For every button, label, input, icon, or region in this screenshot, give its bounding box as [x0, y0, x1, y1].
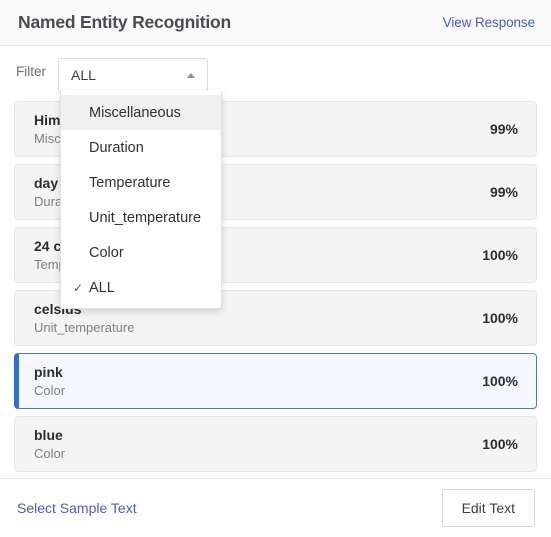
check-icon: ✓ [73, 280, 84, 295]
filter-option-unit_temperature[interactable]: ✓Unit_temperature [61, 200, 221, 235]
entity-confidence-score: 100% [482, 436, 518, 452]
entity-confidence-score: 99% [489, 184, 518, 200]
select-sample-text-link[interactable]: Select Sample Text [17, 500, 137, 516]
filter-option-temperature[interactable]: ✓Temperature [61, 165, 221, 200]
app-footer: Select Sample Text Edit Text [0, 478, 551, 537]
filter-option-label: Color [89, 244, 124, 261]
filter-option-label: Miscellaneous [89, 104, 181, 121]
entity-row[interactable]: pink Color 100% [14, 353, 537, 409]
filter-option-miscellaneous[interactable]: ✓Miscellaneous [61, 95, 221, 130]
caret-up-icon [187, 72, 195, 78]
view-response-link[interactable]: View Response [443, 15, 535, 30]
entity-type-label: Color [34, 445, 66, 461]
filter-bar: Filter ALL [0, 46, 551, 92]
filter-option-color[interactable]: ✓Color [61, 235, 221, 270]
filter-option-all[interactable]: ✓ ALL [61, 270, 221, 305]
edit-text-button[interactable]: Edit Text [441, 489, 535, 527]
entity-type-label: Dura [34, 193, 63, 209]
filter-option-label: Unit_temperature [89, 209, 202, 226]
entity-text-group: blue Color [34, 426, 65, 463]
filter-label: Filter [16, 64, 46, 79]
app-header: Named Entity Recognition View Response [0, 0, 551, 46]
entity-type-label: Misc [34, 130, 61, 146]
entity-row[interactable]: blue Color 100% [14, 416, 537, 472]
entity-name: Him [34, 111, 61, 128]
filter-option-label: ALL [89, 279, 115, 296]
filter-dropdown-menu[interactable]: ✓Miscellaneous✓Duration✓Temperature✓Unit… [60, 91, 222, 309]
filter-option-duration[interactable]: ✓Duration [61, 130, 221, 165]
entity-confidence-score: 100% [482, 310, 518, 326]
filter-select[interactable]: ALL [58, 58, 208, 92]
entity-text-group: pink Color [34, 363, 65, 400]
entity-text-group: Him Misc [34, 111, 61, 148]
filter-select-value: ALL [71, 67, 96, 83]
entity-confidence-score: 100% [482, 247, 518, 263]
entity-type-label: Unit_temperature [34, 319, 135, 335]
entity-name: pink [34, 363, 63, 380]
entity-confidence-score: 99% [489, 121, 518, 137]
entity-name: day [34, 174, 59, 191]
filter-option-label: Temperature [89, 174, 171, 191]
entity-name: blue [34, 426, 63, 443]
entity-type-label: Color [34, 382, 66, 398]
page-title: Named Entity Recognition [18, 12, 231, 32]
filter-option-label: Duration [89, 139, 144, 156]
entity-confidence-score: 100% [482, 373, 518, 389]
entity-text-group: day Dura [34, 174, 62, 211]
